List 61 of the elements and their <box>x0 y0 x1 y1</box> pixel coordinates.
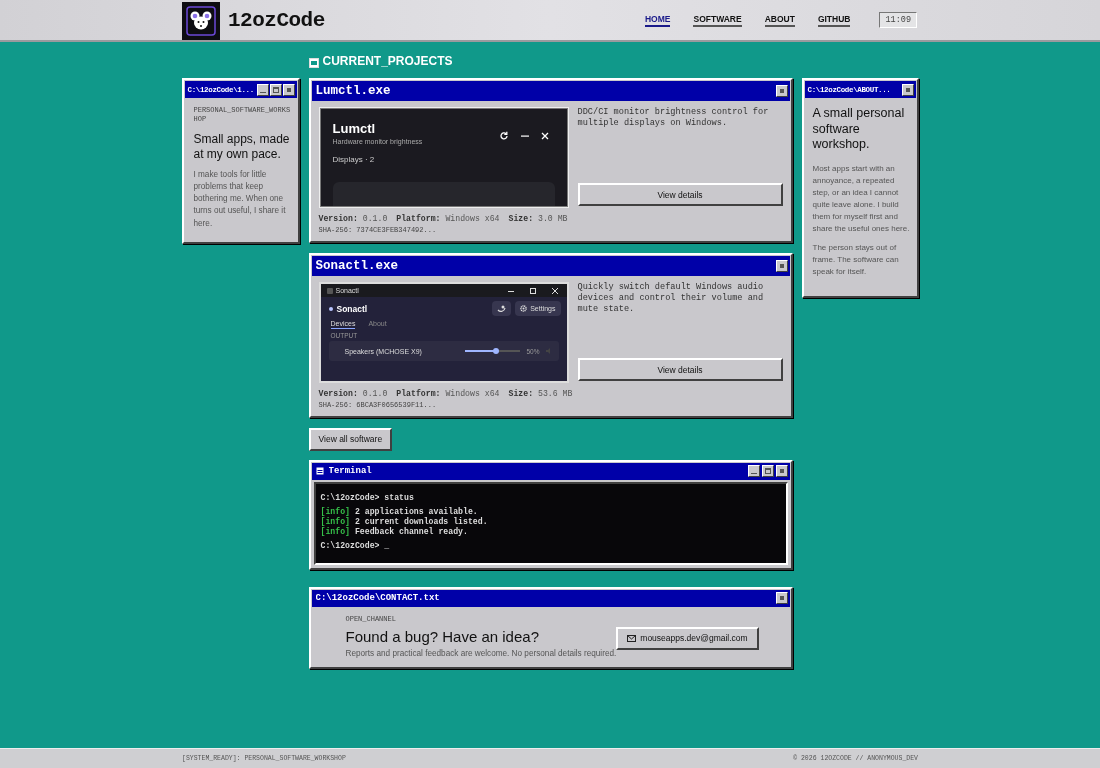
meta-field: Size: 3.0 MB <box>508 214 568 223</box>
close-button[interactable] <box>775 592 788 604</box>
view-details-button[interactable]: View details <box>577 183 783 206</box>
site-logo-text[interactable]: 12ozCode <box>228 8 325 32</box>
window-title: Terminal <box>328 466 373 476</box>
terminal-line: C:\12ozCode> status <box>320 492 415 503</box>
terminal-line: C:\12ozCode> _ <box>320 540 391 551</box>
intro-paragraph: I make tools for little problems that keep bothering me. When one turns out useful, I share it here. <box>193 168 287 230</box>
meta-field: Platform: Windows x64 <box>396 214 500 223</box>
nav-link[interactable]: HOME <box>645 13 671 27</box>
nav-link[interactable]: GITHUB <box>817 13 851 27</box>
meta-field: Platform: Windows x64 <box>396 389 500 398</box>
section-icon <box>308 58 319 68</box>
about-heading: A small personal software workshop. <box>812 106 906 153</box>
nav-link[interactable]: SOFTWARE <box>693 13 742 27</box>
view-all-button[interactable]: View all software <box>308 427 393 451</box>
close-button[interactable] <box>282 83 295 96</box>
intro-heading: Small apps, made at my own pace. <box>193 131 291 162</box>
settings-icon <box>520 305 528 312</box>
close-button[interactable] <box>775 465 788 477</box>
terminal-line: [info] 2 applications available. <box>320 506 479 517</box>
about-paragraph: Most apps start with an annoyance, a repeated step, or an idea I cannot quite leave alone. I build them for myself first and share the useful ones here. <box>812 162 911 235</box>
app-description: DDC/CI monitor brightness control for multiple displays on Windows. <box>577 107 770 130</box>
close-icon <box>550 286 559 295</box>
minimize-button[interactable] <box>256 83 269 96</box>
maximize-icon <box>528 286 537 295</box>
window-title: Lumctl.exe <box>315 84 392 98</box>
close-button[interactable] <box>775 85 788 97</box>
minimize-button[interactable] <box>747 465 760 477</box>
close-button[interactable] <box>775 260 788 272</box>
app-description: Quickly switch default Windows audio devices and control their volume and mute state. <box>577 282 765 316</box>
window-title: C:\12ozCode\CONTACT.txt <box>315 593 441 603</box>
window-title: Sonactl.exe <box>315 259 399 273</box>
email-button[interactable]: mouseapps.dev@gmail.com <box>616 626 759 650</box>
clock: 11:09 <box>879 12 917 28</box>
view-details-button[interactable]: View details <box>577 358 783 381</box>
status-dot <box>328 306 333 311</box>
meta-field: Size: 53.6 MB <box>508 389 573 398</box>
sound-icon <box>497 304 507 313</box>
app-icon <box>326 287 333 294</box>
contact-paragraph: Reports and practical feedback are welcome. No personal details required. <box>345 648 617 658</box>
refresh-icon <box>498 131 509 141</box>
nav-link[interactable]: ABOUT <box>764 13 795 27</box>
about-paragraph: The person stays out of frame. The software can speak for itself. <box>812 241 900 278</box>
logo-icon[interactable] <box>182 1 220 40</box>
terminal-line: [info] 2 current downloads listed. <box>320 516 489 527</box>
meta-field: Version: 0.1.0 <box>318 214 388 223</box>
window-icon <box>315 467 324 475</box>
close-icon <box>540 131 549 141</box>
maximize-button[interactable] <box>761 465 774 477</box>
envelope-icon <box>627 634 637 642</box>
maximize-button[interactable] <box>269 83 282 96</box>
section-heading: CURRENT_PROJECTS <box>322 54 453 68</box>
meta-field: Version: 0.1.0 <box>318 389 388 398</box>
app-title: Sonactl <box>336 303 369 314</box>
app-title: Lumctl <box>332 121 377 136</box>
section-label: Displays · 2 <box>332 155 376 164</box>
close-button[interactable] <box>901 83 914 96</box>
terminal-line: [info] Feedback channel ready. <box>320 526 469 537</box>
speaker-icon <box>545 348 553 354</box>
contact-heading: Found a bug? Have an idea? <box>345 627 540 645</box>
